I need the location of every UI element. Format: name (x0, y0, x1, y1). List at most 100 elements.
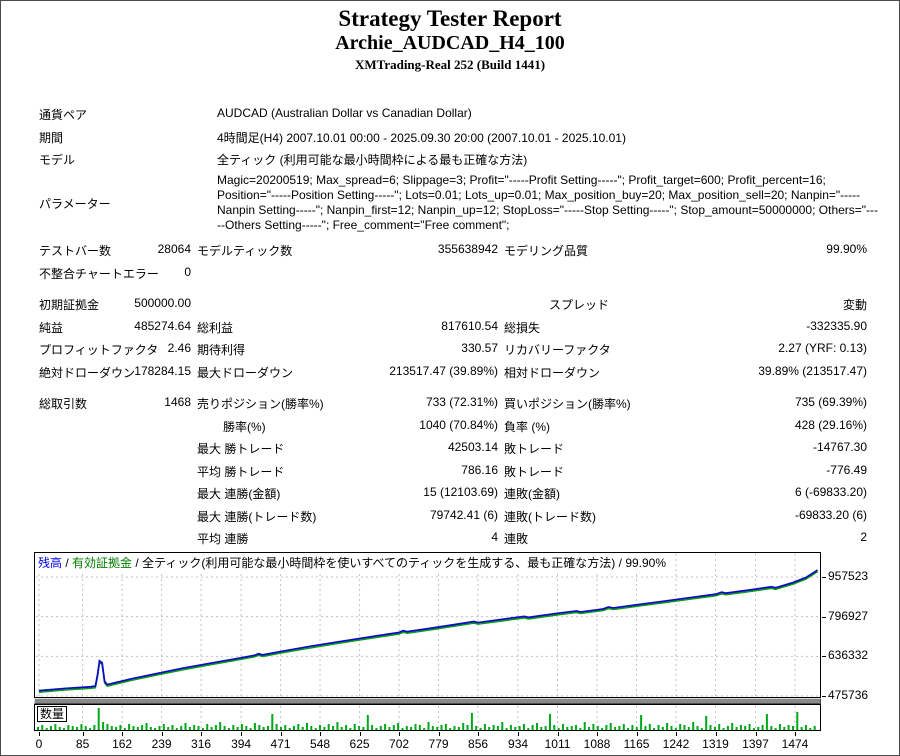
volume-bar (154, 728, 157, 730)
x-axis-tick (241, 732, 243, 736)
volume-bar (141, 725, 144, 730)
volume-bar (123, 728, 126, 730)
volume-bar (509, 725, 512, 730)
volume-bar (726, 726, 729, 730)
volume-bar (414, 724, 417, 730)
stat-value-col2: 4 (491, 530, 498, 544)
volume-bar (792, 726, 794, 730)
y-axis-tick (822, 577, 826, 578)
x-axis-label: 1319 (702, 737, 729, 751)
volume-bar (236, 727, 239, 730)
stat-label-col2: 平均 勝トレード (197, 465, 285, 479)
volume-bar (340, 727, 343, 730)
volume-bar (89, 728, 92, 730)
volume-bar (787, 725, 790, 730)
stat-value-col1: 485274.64 (134, 319, 191, 333)
volume-bar (319, 725, 321, 730)
volume-bar (171, 725, 174, 730)
volume-bar (700, 728, 703, 730)
volume-bar (210, 727, 213, 730)
stat-value-col3: -332335.90 (806, 319, 867, 333)
x-axis-label: 856 (468, 737, 489, 751)
strategy-tester-report-page: Strategy Tester Report Archie_AUDCAD_H4_… (0, 0, 900, 756)
volume-bar (809, 728, 812, 730)
stat-label-col3: 敗トレード (504, 442, 565, 456)
volume-bar (110, 726, 113, 730)
volume-bar (596, 726, 599, 730)
stat-value-col3: 99.90% (826, 242, 867, 256)
x-axis-label: 1165 (623, 737, 650, 751)
volume-bar (531, 725, 534, 730)
y-axis-tick (822, 656, 826, 658)
volume-bar (800, 727, 803, 730)
volume-bar (63, 728, 65, 730)
stat-label-col2: 最大ドローダウン (197, 366, 294, 380)
volume-bar (674, 728, 677, 730)
volume-bar (739, 725, 742, 730)
x-axis-tick (478, 732, 480, 736)
volume-bar (358, 726, 361, 730)
stat-value-col3: 39.89% (213517.47) (758, 364, 867, 378)
x-axis-tick (676, 732, 677, 736)
volume-bar (149, 727, 152, 730)
volume-bar (310, 726, 313, 730)
volume-bar (76, 727, 78, 730)
volume-bar (583, 722, 586, 730)
stat-label-col3: 連敗 (504, 532, 529, 546)
x-axis-label: 1011 (544, 737, 571, 751)
stat-label-col2: 勝率(%) (223, 420, 266, 434)
volume-bar (349, 728, 352, 730)
volume-bar (37, 727, 39, 730)
volume-bar (293, 726, 295, 730)
volume-bar (575, 725, 577, 730)
volume-bar (796, 712, 799, 730)
volume-bar (553, 725, 556, 730)
volume-panel-title: 数量 (37, 706, 68, 722)
x-axis-label: 85 (75, 737, 90, 751)
x-axis-label: 394 (231, 737, 252, 751)
stat-label-col2: モデルティック数 (197, 244, 293, 258)
volume-bar (275, 724, 278, 730)
volume-bar (371, 725, 374, 730)
volume-bar (219, 722, 222, 730)
volume-bar (93, 725, 96, 730)
volume-bar (388, 727, 391, 730)
info-label: 通貨ペア (39, 108, 88, 122)
stat-value-col3: 2.27 (YRF: 0.13) (778, 341, 867, 355)
info-value: AUDCAD (Australian Dollar vs Canadian Do… (217, 106, 472, 120)
volume-bar (145, 723, 148, 730)
stat-value-col3: 変動 (842, 298, 867, 312)
volume-bar (765, 714, 768, 730)
volume-bar (631, 725, 634, 730)
x-axis-tick (399, 732, 401, 736)
volume-bar (106, 724, 109, 730)
volume-bar (601, 728, 604, 730)
chart-model-desc: 全ティック(利用可能な最小時間枠を使いすべてのティックを生成する、最も正確な方法… (142, 556, 616, 570)
volume-bar (214, 725, 217, 730)
stat-value-col2: 1040 (70.84%) (419, 418, 498, 432)
y-axis-tick (822, 696, 826, 697)
volume-bar (197, 726, 200, 730)
volume-bar (301, 727, 304, 730)
volume-bar (783, 727, 786, 730)
volume-bar (245, 726, 248, 730)
volume-bar (592, 724, 595, 730)
report-server: XMTrading-Real 252 (Build 1441) (354, 57, 546, 72)
x-axis-label: 702 (389, 737, 410, 751)
volume-bar (232, 725, 235, 730)
y-axis-label: 475736 (828, 688, 869, 702)
volume-bar (128, 724, 131, 730)
x-axis-label: 779 (428, 737, 449, 751)
x-axis-tick (597, 732, 599, 736)
x-axis-label: 316 (191, 737, 212, 751)
stat-label-col3: 負率 (%) (504, 420, 550, 434)
volume-bar (158, 726, 161, 730)
volume-bar (54, 724, 57, 730)
volume-bar (45, 728, 48, 730)
info-value: Magic=20200519; Max_spread=6; Slippage=3… (217, 173, 879, 232)
x-axis-tick (518, 732, 520, 736)
info-value: 全ティック (利用可能な最小時間枠による最も正確な方法) (217, 153, 528, 167)
legend-separator: / (62, 556, 73, 570)
y-axis-label: 636332 (828, 648, 869, 663)
volume-bar (327, 724, 330, 730)
